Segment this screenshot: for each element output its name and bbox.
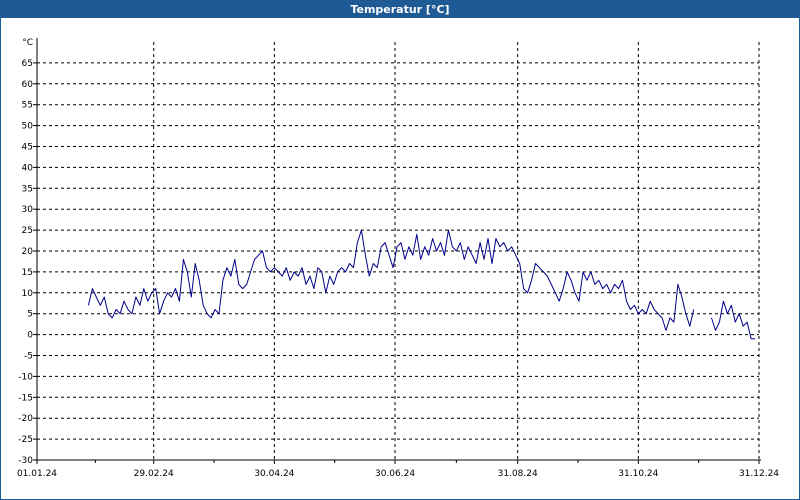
y-tick-label: 15 — [22, 268, 33, 278]
y-tick-label: 45 — [22, 143, 33, 153]
y-tick-label: 40 — [22, 163, 34, 173]
y-tick-label: 55 — [22, 101, 33, 111]
y-tick-label: 50 — [22, 122, 34, 132]
y-tick-label: 5 — [27, 310, 33, 320]
y-tick-label: 25 — [22, 226, 33, 236]
x-tick-label: 01.01.24 — [17, 469, 57, 479]
x-tick-label: 30.06.24 — [375, 469, 415, 479]
x-tick-label: 31.12.24 — [739, 469, 779, 479]
y-tick-label: -15 — [18, 393, 33, 403]
y-tick-label: -5 — [24, 352, 33, 362]
x-tick-label: 31.10.24 — [618, 469, 658, 479]
temperature-series-line — [87, 229, 755, 340]
y-tick-label: 65 — [22, 59, 33, 69]
x-tick-label: 31.08.24 — [498, 469, 538, 479]
x-tick-label: 29.02.24 — [134, 469, 174, 479]
y-tick-label: 30 — [22, 205, 34, 215]
y-axis-label: °C — [22, 38, 33, 48]
y-tick-label: -25 — [18, 435, 33, 445]
temperature-chart: 65605550454035302520151050-5-10-15-20-25… — [17, 38, 779, 479]
y-tick-label: 60 — [22, 80, 34, 90]
y-tick-label: 10 — [22, 289, 34, 299]
y-tick-label: 20 — [22, 247, 34, 257]
y-tick-label: -20 — [18, 414, 33, 424]
y-tick-label: -30 — [18, 456, 33, 466]
x-tick-label: 30.04.24 — [254, 469, 294, 479]
y-tick-label: 35 — [22, 184, 33, 194]
y-tick-label: -10 — [18, 372, 33, 382]
y-tick-label: 0 — [27, 331, 33, 341]
